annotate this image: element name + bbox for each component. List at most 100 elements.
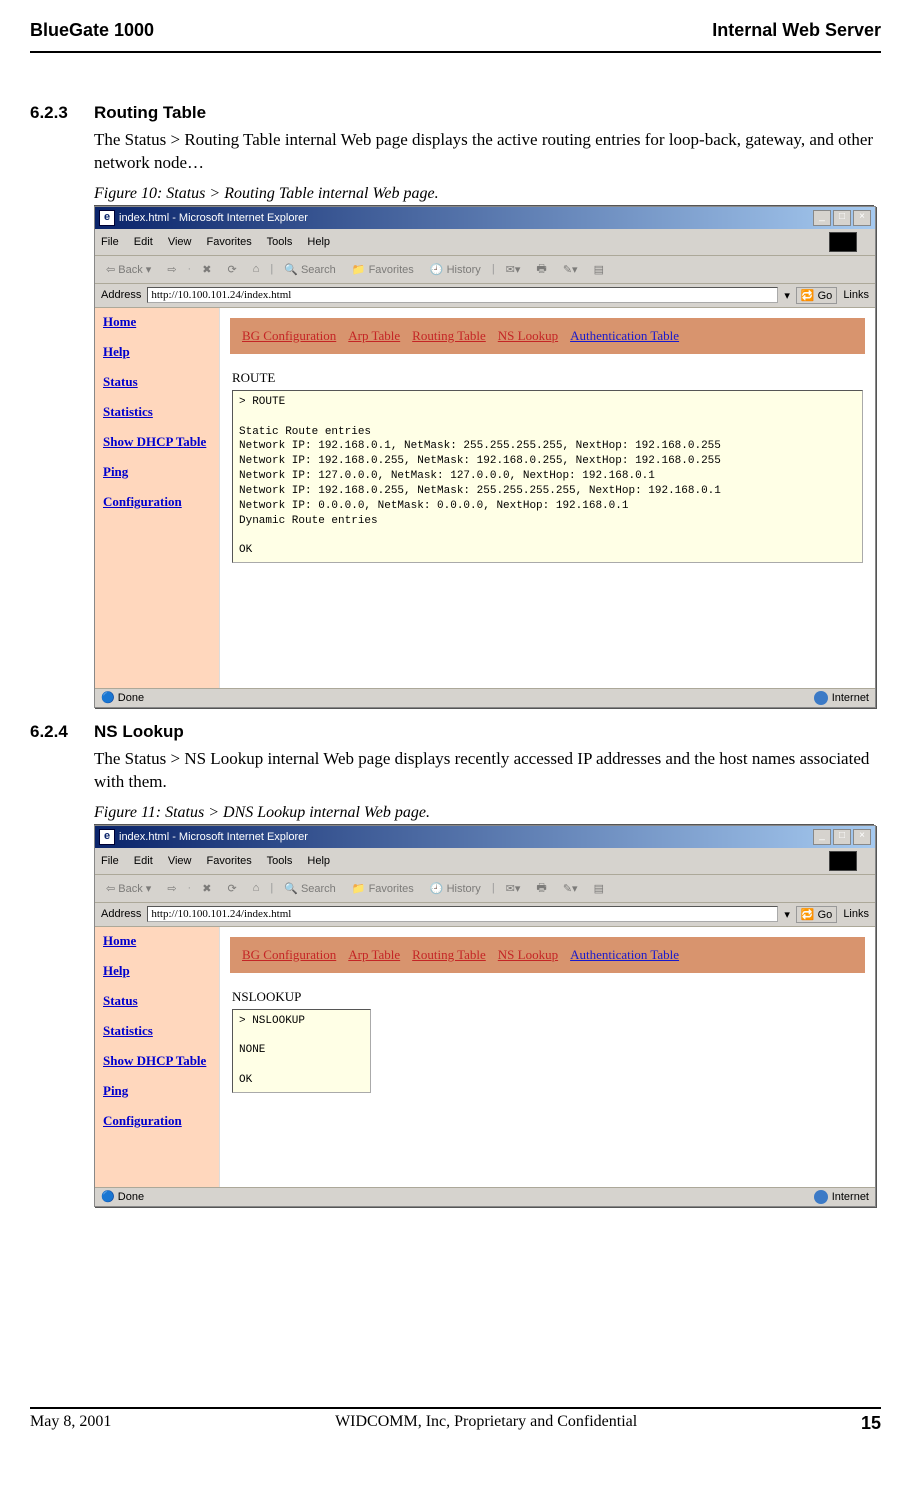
back-button-2[interactable]: ⇦ Back ▾ bbox=[101, 881, 156, 896]
address-input-2[interactable] bbox=[147, 906, 778, 922]
nav-status[interactable]: Status bbox=[103, 374, 211, 390]
maximize-button-2[interactable]: □ bbox=[833, 829, 851, 845]
tab-routing-table[interactable]: Routing Table bbox=[412, 328, 486, 344]
nav-ping[interactable]: Ping bbox=[103, 464, 211, 480]
menu-tools[interactable]: Tools bbox=[267, 236, 293, 248]
ie-leftnav: Home Help Status Statistics Show DHCP Ta… bbox=[95, 308, 220, 688]
ie-titlebar-2: e index.html - Microsoft Internet Explor… bbox=[95, 826, 875, 848]
nav-home[interactable]: Home bbox=[103, 314, 211, 330]
section-624-title: NS Lookup bbox=[94, 722, 184, 741]
search-button[interactable]: 🔍 Search bbox=[279, 262, 341, 277]
menu-edit-2[interactable]: Edit bbox=[134, 855, 153, 867]
tab-arp-table[interactable]: Arp Table bbox=[348, 328, 400, 344]
nav-statistics-2[interactable]: Statistics bbox=[103, 1023, 211, 1039]
ie-title-text: index.html - Microsoft Internet Explorer bbox=[119, 212, 308, 224]
ie-statusbar-2: 🔵 Done Internet bbox=[95, 1187, 875, 1206]
ie-content-2: Home Help Status Statistics Show DHCP Ta… bbox=[95, 927, 875, 1187]
close-button[interactable]: × bbox=[853, 210, 871, 226]
links-label[interactable]: Links bbox=[843, 289, 869, 301]
edit-button[interactable]: ✎▾ bbox=[558, 262, 583, 277]
menu-help-2[interactable]: Help bbox=[307, 855, 330, 867]
nav-show-dhcp-2[interactable]: Show DHCP Table bbox=[103, 1053, 211, 1069]
menu-tools-2[interactable]: Tools bbox=[267, 855, 293, 867]
favorites-button[interactable]: 📁 Favorites bbox=[347, 262, 419, 277]
tab-bg-config[interactable]: BG Configuration bbox=[242, 328, 336, 344]
links-label-2[interactable]: Links bbox=[843, 908, 869, 920]
discuss-button-2[interactable]: ▤ bbox=[589, 881, 609, 896]
ie-main-route: ROUTE > ROUTE Static Route entries Netwo… bbox=[220, 364, 875, 569]
page-header: BlueGate 1000 Internal Web Server bbox=[30, 20, 881, 41]
menu-file[interactable]: File bbox=[101, 236, 119, 248]
forward-button[interactable]: ⇨ bbox=[162, 262, 181, 277]
menu-help[interactable]: Help bbox=[307, 236, 330, 248]
stop-button[interactable]: ✖ bbox=[197, 262, 216, 277]
tab-bg-config-2[interactable]: BG Configuration bbox=[242, 947, 336, 963]
history-button-2[interactable]: 🕘 History bbox=[425, 881, 486, 896]
ie-menubar: File Edit View Favorites Tools Help bbox=[95, 229, 875, 256]
tab-ns-lookup[interactable]: NS Lookup bbox=[498, 328, 558, 344]
tab-auth-table[interactable]: Authentication Table bbox=[570, 328, 679, 344]
nav-statistics[interactable]: Statistics bbox=[103, 404, 211, 420]
go-button[interactable]: 🔁 Go bbox=[796, 287, 837, 304]
maximize-button[interactable]: □ bbox=[833, 210, 851, 226]
address-dropdown-2[interactable]: ▾ bbox=[784, 908, 790, 921]
print-button[interactable]: 🖶 bbox=[531, 259, 551, 280]
ie-window-nslookup: e index.html - Microsoft Internet Explor… bbox=[94, 825, 876, 1207]
nslookup-title: NSLOOKUP bbox=[232, 989, 863, 1005]
ie-icon-2: e bbox=[99, 829, 115, 845]
menu-view-2[interactable]: View bbox=[168, 855, 192, 867]
tab-arp-table-2[interactable]: Arp Table bbox=[348, 947, 400, 963]
internet-zone-icon bbox=[814, 691, 828, 705]
menu-edit[interactable]: Edit bbox=[134, 236, 153, 248]
refresh-button[interactable]: ⟳ bbox=[222, 262, 241, 277]
ie-titlebar: e index.html - Microsoft Internet Explor… bbox=[95, 207, 875, 229]
nav-help[interactable]: Help bbox=[103, 344, 211, 360]
address-label-2: Address bbox=[101, 908, 141, 920]
refresh-button-2[interactable]: ⟳ bbox=[222, 881, 241, 896]
discuss-button[interactable]: ▤ bbox=[589, 262, 609, 277]
mail-button[interactable]: ✉▾ bbox=[501, 262, 526, 277]
ie-title-text-2: index.html - Microsoft Internet Explorer bbox=[119, 831, 308, 843]
tab-ns-lookup-2[interactable]: NS Lookup bbox=[498, 947, 558, 963]
page-footer: May 8, 2001 WIDCOMM, Inc, Proprietary an… bbox=[30, 1409, 881, 1434]
nav-configuration[interactable]: Configuration bbox=[103, 494, 211, 510]
forward-button-2[interactable]: ⇨ bbox=[162, 881, 181, 896]
nav-help-2[interactable]: Help bbox=[103, 963, 211, 979]
nav-configuration-2[interactable]: Configuration bbox=[103, 1113, 211, 1129]
go-button-2[interactable]: 🔁 Go bbox=[796, 906, 837, 923]
status-done-2: Done bbox=[118, 1191, 144, 1203]
figure-11-caption: Figure 11: Status > DNS Lookup internal … bbox=[94, 804, 874, 825]
menu-file-2[interactable]: File bbox=[101, 855, 119, 867]
ie-main-nslookup: NSLOOKUP > NSLOOKUP NONE OK bbox=[220, 983, 875, 1099]
menu-favorites-2[interactable]: Favorites bbox=[207, 855, 252, 867]
ie-statusbar: 🔵 Done Internet bbox=[95, 688, 875, 707]
menu-view[interactable]: View bbox=[168, 236, 192, 248]
ie-menubar-2: File Edit View Favorites Tools Help bbox=[95, 848, 875, 875]
ie-window-routing: e index.html - Microsoft Internet Explor… bbox=[94, 206, 876, 708]
mail-button-2[interactable]: ✉▾ bbox=[501, 881, 526, 896]
tab-routing-table-2[interactable]: Routing Table bbox=[412, 947, 486, 963]
favorites-button-2[interactable]: 📁 Favorites bbox=[347, 881, 419, 896]
close-button-2[interactable]: × bbox=[853, 829, 871, 845]
print-button-2[interactable]: 🖶 bbox=[531, 878, 551, 899]
edit-button-2[interactable]: ✎▾ bbox=[558, 881, 583, 896]
tab-auth-table-2[interactable]: Authentication Table bbox=[570, 947, 679, 963]
address-dropdown[interactable]: ▾ bbox=[784, 289, 790, 302]
home-button[interactable]: ⌂ bbox=[248, 262, 265, 276]
menu-favorites[interactable]: Favorites bbox=[207, 236, 252, 248]
history-button[interactable]: 🕘 History bbox=[425, 262, 486, 277]
search-button-2[interactable]: 🔍 Search bbox=[279, 881, 341, 896]
nav-status-2[interactable]: Status bbox=[103, 993, 211, 1009]
nav-home-2[interactable]: Home bbox=[103, 933, 211, 949]
stop-button-2[interactable]: ✖ bbox=[197, 881, 216, 896]
address-input[interactable] bbox=[147, 287, 778, 303]
minimize-button-2[interactable]: _ bbox=[813, 829, 831, 845]
section-624-body: The Status > NS Lookup internal Web page… bbox=[94, 748, 881, 794]
back-button[interactable]: ⇦ Back ▾ bbox=[101, 262, 156, 277]
nav-show-dhcp[interactable]: Show DHCP Table bbox=[103, 434, 211, 450]
minimize-button[interactable]: _ bbox=[813, 210, 831, 226]
section-623-heading: 6.2.3Routing Table bbox=[30, 103, 881, 123]
nav-ping-2[interactable]: Ping bbox=[103, 1083, 211, 1099]
nslookup-output: > NSLOOKUP NONE OK bbox=[232, 1009, 371, 1093]
home-button-2[interactable]: ⌂ bbox=[248, 881, 265, 895]
